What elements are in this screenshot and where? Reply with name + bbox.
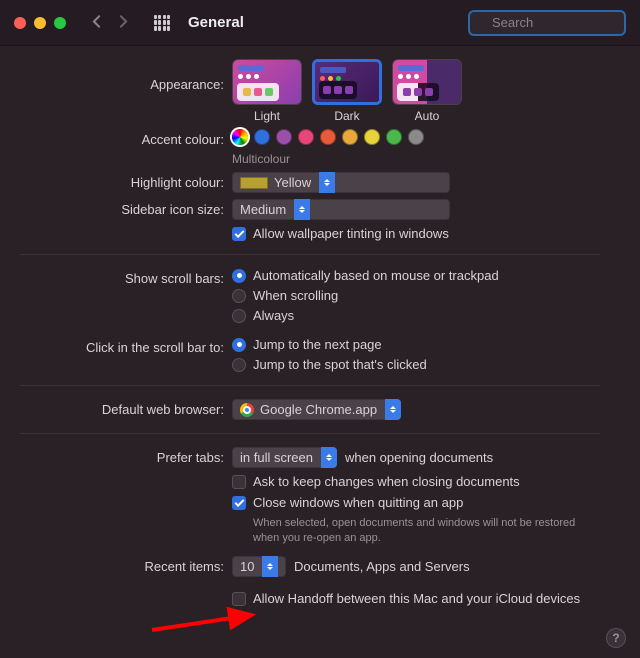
recent-items-suffix: Documents, Apps and Servers	[294, 559, 470, 574]
default-browser-select[interactable]: Google Chrome.app	[232, 399, 401, 420]
accent-label: Accent colour:	[0, 129, 232, 147]
accent-pink[interactable]	[298, 129, 314, 145]
chevron-updown-icon	[321, 447, 337, 468]
accent-caption: Multicolour	[232, 152, 620, 166]
chevron-updown-icon	[294, 199, 310, 220]
back-button[interactable]	[90, 15, 103, 31]
accent-multicolour[interactable]	[232, 129, 248, 145]
chevron-updown-icon	[262, 556, 278, 577]
page-title: General	[188, 14, 244, 31]
prefer-tabs-suffix: when opening documents	[345, 450, 493, 465]
handoff-checkbox[interactable]: Allow Handoff between this Mac and your …	[232, 591, 620, 606]
forward-button[interactable]	[117, 15, 130, 31]
prefer-tabs-label: Prefer tabs:	[0, 447, 232, 465]
wallpaper-tinting-label: Allow wallpaper tinting in windows	[253, 226, 449, 241]
accent-blue[interactable]	[254, 129, 270, 145]
appearance-dark-caption: Dark	[312, 109, 382, 123]
ask-changes-checkbox[interactable]: Ask to keep changes when closing documen…	[232, 474, 620, 489]
scroll-click-spot-radio[interactable]: Jump to the spot that's clicked	[232, 357, 620, 372]
accent-orange[interactable]	[342, 129, 358, 145]
appearance-option-dark[interactable]: Dark	[312, 59, 382, 123]
scroll-click-label: Click in the scroll bar to:	[0, 337, 232, 355]
close-windows-label: Close windows when quitting an app	[253, 495, 463, 510]
accent-yellow[interactable]	[364, 129, 380, 145]
nav-buttons	[90, 15, 130, 31]
chrome-icon	[240, 403, 254, 417]
minimize-window-button[interactable]	[34, 17, 46, 29]
sidebar-size-label: Sidebar icon size:	[0, 199, 232, 217]
sidebar-size-value: Medium	[240, 202, 286, 217]
handoff-label: Allow Handoff between this Mac and your …	[253, 591, 580, 606]
close-windows-note: When selected, open documents and window…	[253, 516, 593, 546]
close-window-button[interactable]	[14, 17, 26, 29]
appearance-light-caption: Light	[232, 109, 302, 123]
highlight-colour-select[interactable]: Yellow	[232, 172, 450, 193]
content: Appearance: Light Dark Auto Accent colou…	[0, 46, 640, 629]
accent-purple[interactable]	[276, 129, 292, 145]
appearance-option-light[interactable]: Light	[232, 59, 302, 123]
close-windows-checkbox[interactable]: Close windows when quitting an app	[232, 495, 620, 510]
window-controls	[14, 17, 66, 29]
browser-label: Default web browser:	[0, 399, 232, 417]
scroll-click-next-radio[interactable]: Jump to the next page	[232, 337, 620, 352]
chevron-updown-icon	[385, 399, 401, 420]
recent-items-value: 10	[240, 559, 254, 574]
accent-swatches	[232, 129, 620, 145]
search-field[interactable]	[468, 10, 626, 36]
show-all-icon[interactable]	[154, 15, 170, 31]
highlight-label: Highlight colour:	[0, 172, 232, 190]
scrollbars-label: Show scroll bars:	[0, 268, 232, 286]
recent-items-select[interactable]: 10	[232, 556, 286, 577]
chevron-updown-icon	[319, 172, 335, 193]
scrollbars-scrolling-radio[interactable]: When scrolling	[232, 288, 620, 303]
prefer-tabs-select[interactable]: in full screen	[232, 447, 337, 468]
help-button[interactable]: ?	[606, 628, 626, 648]
zoom-window-button[interactable]	[54, 17, 66, 29]
appearance-auto-caption: Auto	[392, 109, 462, 123]
browser-value: Google Chrome.app	[260, 402, 377, 417]
prefer-tabs-value: in full screen	[240, 450, 313, 465]
highlight-value: Yellow	[274, 175, 311, 190]
recent-items-label: Recent items:	[0, 556, 232, 574]
appearance-option-auto[interactable]: Auto	[392, 59, 462, 123]
scrollbars-always-radio[interactable]: Always	[232, 308, 620, 323]
accent-red[interactable]	[320, 129, 336, 145]
sidebar-size-select[interactable]: Medium	[232, 199, 450, 220]
accent-green[interactable]	[386, 129, 402, 145]
accent-graphite[interactable]	[408, 129, 424, 145]
scrollbars-auto-radio[interactable]: Automatically based on mouse or trackpad	[232, 268, 620, 283]
appearance-label: Appearance:	[0, 59, 232, 92]
titlebar: General	[0, 0, 640, 46]
wallpaper-tinting-checkbox[interactable]: Allow wallpaper tinting in windows	[232, 226, 620, 241]
highlight-chip-icon	[240, 177, 268, 189]
search-input[interactable]	[490, 14, 640, 31]
ask-changes-label: Ask to keep changes when closing documen…	[253, 474, 520, 489]
